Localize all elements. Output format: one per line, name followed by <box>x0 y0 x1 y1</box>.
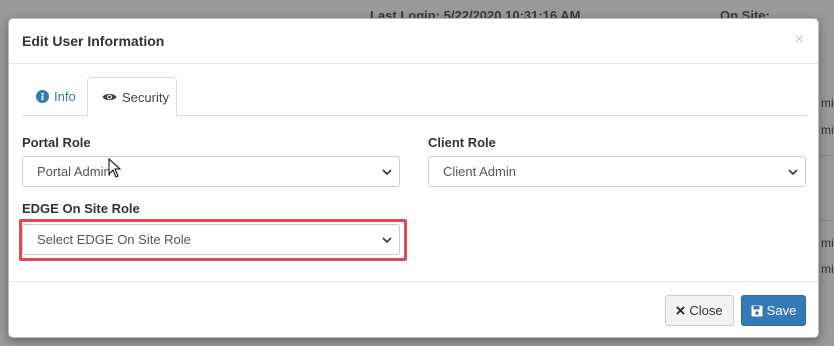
edit-user-modal: Edit User Information × Info Security Po… <box>8 18 819 338</box>
close-icon[interactable]: × <box>795 32 804 48</box>
close-button[interactable]: Close <box>665 295 734 326</box>
edge-role-select[interactable]: Select EDGE On Site Role <box>22 224 400 255</box>
portal-role-select[interactable]: Portal Admin <box>22 156 400 187</box>
modal-footer: Close Save <box>9 281 818 338</box>
portal-role-label: Portal Role <box>22 135 91 150</box>
chevron-down-icon <box>788 169 798 176</box>
bg-edge-text: mi <box>821 236 834 250</box>
eye-icon <box>102 92 117 102</box>
mouse-cursor-icon <box>108 158 122 178</box>
bg-divider <box>819 155 834 156</box>
chevron-down-icon <box>382 169 392 176</box>
modal-body: Info Security Portal Role Portal Admin C… <box>9 64 818 282</box>
tab-security-label: Security <box>122 89 169 105</box>
bg-edge-text: mi <box>821 96 834 110</box>
info-circle-icon <box>36 90 49 103</box>
edge-role-label: EDGE On Site Role <box>22 201 140 216</box>
tab-info[interactable]: Info <box>22 77 87 116</box>
chevron-down-icon <box>382 237 392 244</box>
modal-title: Edit User Information <box>22 33 165 49</box>
client-role-value: Client Admin <box>443 164 516 179</box>
client-role-label: Client Role <box>428 135 496 150</box>
bg-divider <box>819 220 834 221</box>
modal-header: Edit User Information × <box>9 19 818 64</box>
portal-role-value: Portal Admin <box>37 164 111 179</box>
close-x-icon <box>676 306 686 315</box>
floppy-disk-icon <box>751 305 763 317</box>
edge-role-value: Select EDGE On Site Role <box>37 232 191 247</box>
tab-bar: Info Security <box>22 77 807 117</box>
bg-edge-text: mi <box>821 262 834 276</box>
client-role-select[interactable]: Client Admin <box>428 156 806 187</box>
save-button[interactable]: Save <box>741 295 806 326</box>
tab-security[interactable]: Security <box>87 77 177 117</box>
close-button-label: Close <box>689 303 723 318</box>
tab-info-label: Info <box>54 89 76 104</box>
save-button-label: Save <box>766 303 797 318</box>
bg-edge-text: mi <box>821 123 834 137</box>
